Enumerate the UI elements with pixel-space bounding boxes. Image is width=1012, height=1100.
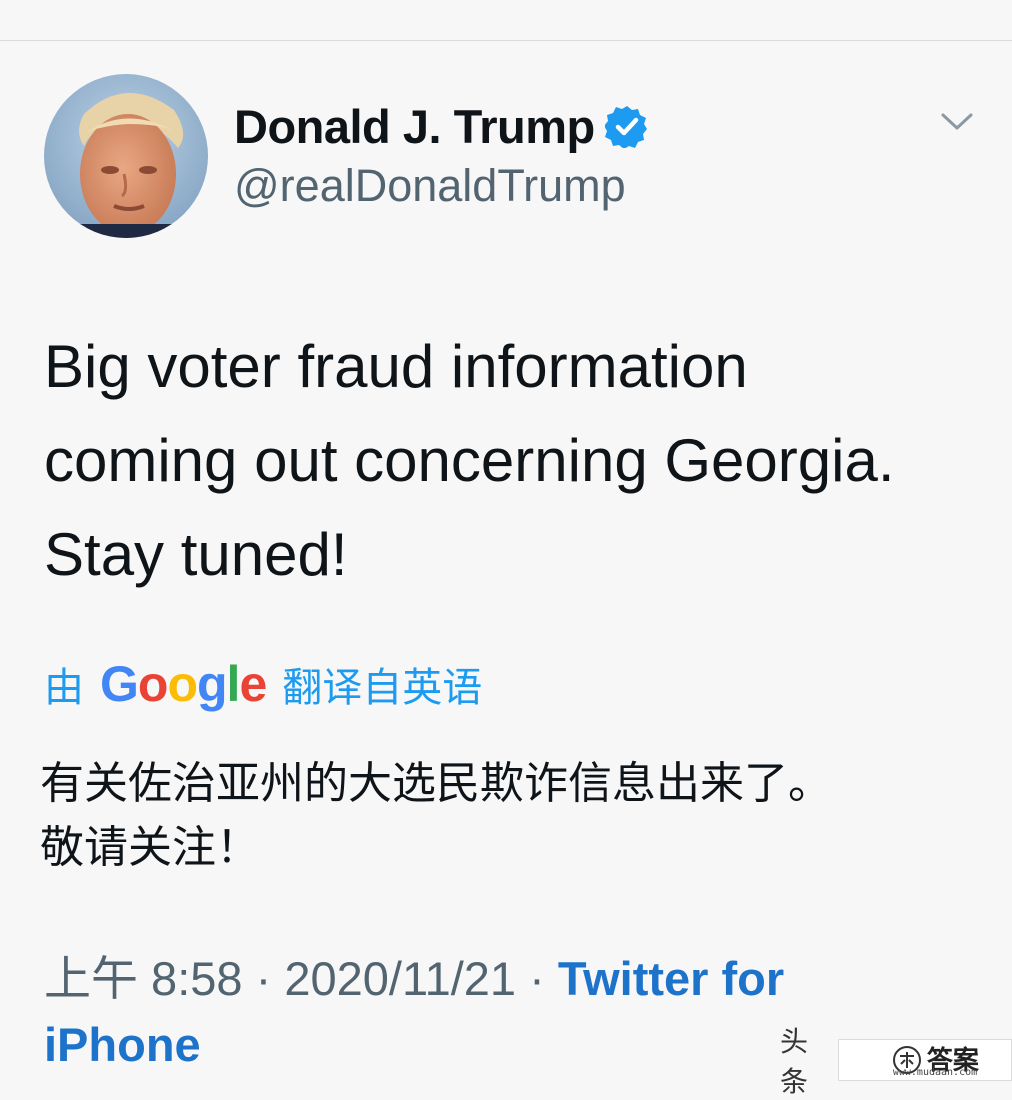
author-name-row: Donald J. Trump — [234, 98, 649, 154]
tweet-text: Big voter fraud information coming out c… — [44, 320, 994, 602]
translation-attribution[interactable]: 由 Google 翻译自英语 — [44, 654, 482, 714]
google-logo: Google — [100, 656, 267, 712]
tweet-line: Stay tuned! — [44, 521, 348, 588]
translated-line: 有关佐治亚州的大选民欺诈信息出来了。 — [40, 759, 832, 808]
avatar[interactable] — [44, 74, 208, 238]
translate-prefix: 由 — [44, 666, 84, 710]
chevron-down-icon[interactable] — [940, 110, 974, 134]
meta-separator: · — [516, 952, 558, 1005]
translated-line: 敬请关注！ — [40, 823, 260, 872]
watermark: 头条 答案 www.mudaan.com — [780, 1020, 1012, 1100]
tweet-time: 上午 8:58 — [44, 952, 243, 1005]
meta-separator: · — [242, 952, 285, 1005]
watermark-url: www.mudaan.com — [892, 1067, 978, 1078]
watermark-badge: 答案 www.mudaan.com — [837, 1039, 1012, 1081]
tweet-source-link-cont[interactable]: iPhone — [44, 1018, 201, 1071]
translated-text: 有关佐治亚州的大选民欺诈信息出来了。 敬请关注！ — [40, 752, 980, 880]
author-name[interactable]: Donald J. Trump — [234, 99, 595, 154]
verified-badge-icon — [604, 106, 647, 148]
tweet-line: Big voter fraud information — [44, 333, 748, 400]
author-handle[interactable]: @realDonaldTrump — [234, 160, 626, 212]
tweet-date: 2020/11/21 — [284, 952, 517, 1005]
profile-photo-icon — [44, 74, 208, 238]
top-bar — [0, 0, 1012, 41]
translate-suffix: 翻译自英语 — [282, 666, 483, 710]
tweet-source-link[interactable]: Twitter for — [558, 952, 784, 1005]
watermark-left-text: 头条 — [780, 1026, 809, 1097]
tweet-line: coming out concerning Georgia. — [44, 427, 895, 494]
